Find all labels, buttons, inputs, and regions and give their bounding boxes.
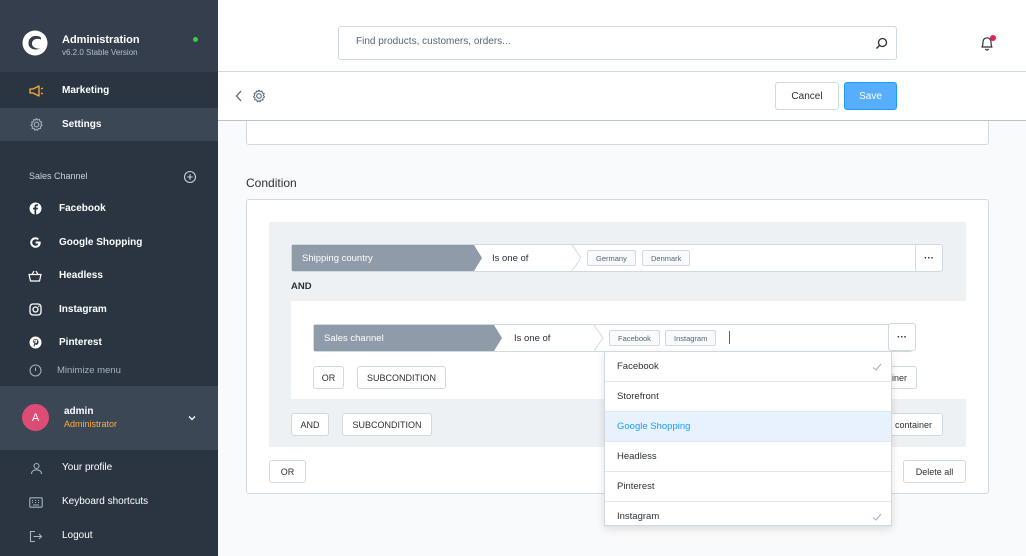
dropdown-option[interactable]: Storefront	[605, 382, 891, 412]
basket-icon	[27, 268, 43, 284]
user-role: Administrator	[64, 419, 118, 429]
brand-version: v6.2.0 Stable Version	[62, 48, 138, 57]
value-tag[interactable]: Instagram	[665, 330, 717, 346]
and-label: AND	[291, 281, 312, 292]
minimize-menu-button[interactable]: Minimize menu	[0, 360, 218, 382]
add-sales-channel-icon[interactable]	[183, 170, 197, 184]
sales-channel-dropdown: Facebook Storefront Google Shopping Head…	[604, 351, 892, 526]
notification-badge	[990, 35, 996, 41]
your-profile-link[interactable]: Your profile	[0, 452, 218, 482]
sidebar-item-pinterest[interactable]: Pinterest	[0, 326, 218, 359]
sidebar-header: Administration v6.2.0 Stable Version	[0, 0, 218, 72]
check-icon	[872, 513, 882, 521]
delete-all-button[interactable]: Delete all	[903, 460, 966, 483]
top-bar	[218, 0, 1026, 72]
option-label: Storefront	[617, 391, 659, 402]
pinterest-icon	[27, 335, 43, 351]
value-tag[interactable]: Denmark	[642, 250, 691, 266]
logout-label: Logout	[62, 530, 93, 541]
subcondition-button[interactable]: SUBCONDITION	[357, 366, 446, 389]
brand-title: Administration	[62, 34, 140, 46]
user-icon	[28, 460, 44, 476]
rule-operator-select[interactable]: Is one of	[492, 245, 572, 271]
sidebar-item-label: Marketing	[62, 85, 110, 96]
sidebar-item-label: Headless	[59, 270, 103, 281]
option-label: Google Shopping	[617, 421, 691, 432]
rule-more-button[interactable]: ···	[888, 323, 916, 351]
and-button[interactable]: AND	[291, 413, 329, 436]
status-indicator	[193, 37, 198, 42]
sales-channel-title: Sales Channel	[29, 171, 88, 181]
user-name: admin	[64, 406, 94, 417]
option-label: Instagram	[617, 511, 660, 522]
check-icon	[872, 363, 882, 371]
or-button[interactable]: OR	[269, 460, 306, 483]
keyboard-icon	[28, 494, 44, 510]
gear-icon	[252, 89, 266, 103]
option-label: Facebook	[617, 361, 659, 372]
keyboard-shortcuts-link[interactable]: Keyboard shortcuts	[0, 486, 218, 516]
keyboard-shortcuts-label: Keyboard shortcuts	[62, 496, 149, 507]
rule-operator-select[interactable]: Is one of	[514, 325, 594, 351]
minimize-menu-label: Minimize menu	[57, 365, 121, 376]
sidebar-item-google-shopping[interactable]: Google Shopping	[0, 226, 218, 259]
sidebar-item-settings[interactable]: Settings	[0, 108, 218, 141]
or-button[interactable]: OR	[313, 366, 344, 389]
sidebar-item-label: Instagram	[59, 304, 107, 315]
subcondition-button[interactable]: SUBCONDITION	[342, 413, 432, 436]
condition-rule-shipping-country: Shipping country Is one of Germany Denma…	[291, 244, 943, 272]
logout-icon	[28, 528, 44, 544]
back-chevron-icon[interactable]	[234, 89, 244, 103]
dropdown-option[interactable]: Instagram	[605, 502, 891, 525]
logout-link[interactable]: Logout	[0, 520, 218, 550]
previous-card	[246, 121, 989, 145]
global-search[interactable]	[338, 26, 897, 60]
rule-field-select[interactable]: Shipping country	[292, 245, 482, 271]
dropdown-option[interactable]: Facebook	[605, 352, 891, 382]
separator-chevron	[594, 325, 603, 351]
value-tag[interactable]: Germany	[587, 250, 636, 266]
instagram-icon	[27, 302, 43, 318]
option-label: Pinterest	[617, 481, 655, 492]
chevron-down-icon[interactable]	[186, 412, 198, 424]
sidebar-item-label: Facebook	[59, 203, 106, 214]
dropdown-option[interactable]: Headless	[605, 442, 891, 472]
separator-chevron	[572, 245, 581, 271]
sidebar-item-facebook[interactable]: Facebook	[0, 192, 218, 225]
rule-more-button[interactable]: ···	[915, 244, 943, 272]
sidebar: Administration v6.2.0 Stable Version Mar…	[0, 0, 218, 556]
value-tag[interactable]: Facebook	[609, 330, 660, 346]
dropdown-option[interactable]: Pinterest	[605, 472, 891, 502]
gear-icon	[28, 117, 44, 133]
option-label: Headless	[617, 451, 657, 462]
sidebar-item-label: Settings	[62, 119, 102, 130]
sidebar-item-marketing[interactable]: Marketing	[0, 74, 218, 107]
text-cursor	[729, 331, 730, 344]
your-profile-label: Your profile	[62, 462, 113, 473]
condition-rule-sales-channel: Sales channel Is one of Facebook Instagr…	[313, 324, 913, 352]
rule-field-select[interactable]: Sales channel	[314, 325, 502, 351]
search-input[interactable]	[356, 36, 836, 47]
smart-bar: Cancel Save	[218, 72, 1026, 121]
condition-title: Condition	[246, 176, 297, 190]
save-button[interactable]: Save	[844, 82, 897, 110]
facebook-icon	[27, 201, 43, 217]
shopware-logo-icon[interactable]	[22, 30, 48, 56]
avatar: A	[22, 404, 49, 431]
search-icon[interactable]	[875, 37, 888, 50]
user-menu[interactable]: A admin Administrator	[0, 386, 218, 450]
info-circle-icon	[29, 364, 42, 377]
sidebar-item-instagram[interactable]: Instagram	[0, 293, 218, 326]
sidebar-item-label: Google Shopping	[59, 237, 143, 248]
dropdown-option[interactable]: Google Shopping	[605, 412, 891, 442]
cancel-button[interactable]: Cancel	[775, 82, 839, 110]
megaphone-icon	[28, 83, 44, 99]
sidebar-item-headless[interactable]: Headless	[0, 259, 218, 292]
google-icon	[27, 235, 43, 251]
sidebar-item-label: Pinterest	[59, 337, 102, 348]
